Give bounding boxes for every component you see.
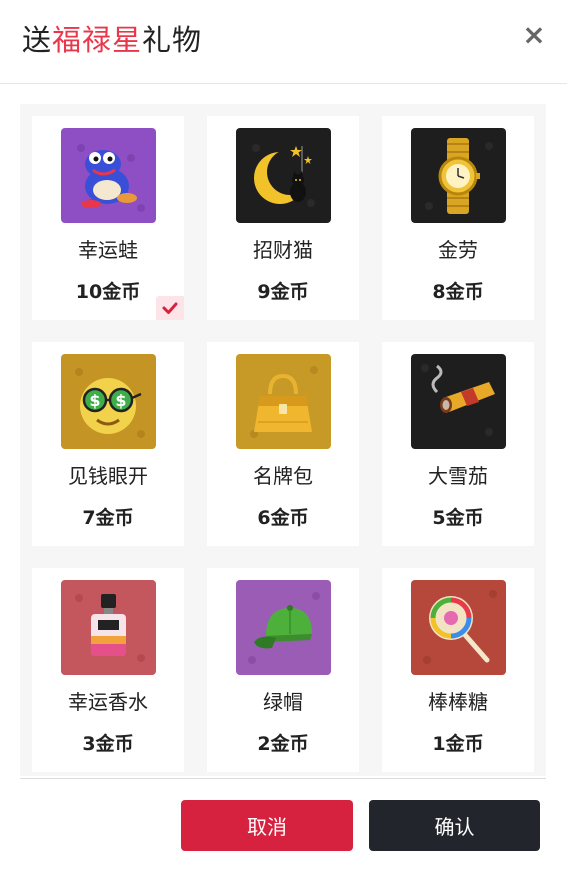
gift-name: 招财猫	[253, 238, 313, 262]
footer-divider	[20, 778, 546, 779]
close-icon[interactable]: ×	[519, 20, 549, 50]
gift-price: 5金币	[432, 507, 484, 529]
lollipop-icon	[411, 580, 506, 675]
gift-name: 名牌包	[253, 464, 313, 488]
gift-name: 金劳	[438, 238, 478, 262]
dialog-header: 送福禄星礼物 ×	[0, 0, 567, 84]
svg-text:$: $	[89, 391, 100, 410]
lucky-frog-icon	[61, 128, 156, 223]
dialog-title: 送福禄星礼物	[22, 20, 202, 60]
gift-card-lucky-cat[interactable]: 招财猫 9金币	[207, 116, 359, 320]
title-suffix: 礼物	[142, 23, 203, 57]
gift-price: 2金币	[257, 733, 309, 755]
gift-price: 6金币	[257, 507, 309, 529]
gift-name: 大雪茄	[428, 464, 488, 488]
green-cap-icon	[236, 580, 331, 675]
cancel-button[interactable]: 取消	[181, 800, 353, 851]
gift-price: 1金币	[432, 733, 484, 755]
gold-watch-icon	[411, 128, 506, 223]
gift-dialog: 送福禄星礼物 × 幸运蛙 10金币 招财猫 9金币 金劳 8金币 $ $ 见钱眼…	[0, 0, 567, 878]
svg-text:$: $	[115, 391, 126, 410]
dollar-glasses-face-icon: $ $	[61, 354, 156, 449]
gift-card-money-eyes[interactable]: $ $ 见钱眼开 7金币	[32, 342, 184, 546]
gift-price: 3金币	[82, 733, 134, 755]
cigar-icon	[411, 354, 506, 449]
gift-name: 幸运香水	[68, 690, 148, 714]
gift-grid: 幸运蛙 10金币 招财猫 9金币 金劳 8金币 $ $ 见钱眼开 7金币 名牌包…	[32, 116, 534, 772]
selected-check-icon	[156, 296, 184, 320]
gift-name: 绿帽	[263, 690, 303, 714]
gift-price: 8金币	[432, 281, 484, 303]
confirm-button[interactable]: 确认	[369, 800, 540, 851]
perfume-bottle-icon	[61, 580, 156, 675]
gift-card-green-hat[interactable]: 绿帽 2金币	[207, 568, 359, 772]
gift-grid-panel: 幸运蛙 10金币 招财猫 9金币 金劳 8金币 $ $ 见钱眼开 7金币 名牌包…	[20, 104, 546, 776]
gift-card-big-cigar[interactable]: 大雪茄 5金币	[382, 342, 534, 546]
gift-card-lucky-frog[interactable]: 幸运蛙 10金币	[32, 116, 184, 320]
gift-price: 7金币	[82, 507, 134, 529]
designer-handbag-icon	[236, 354, 331, 449]
gift-card-designer-bag[interactable]: 名牌包 6金币	[207, 342, 359, 546]
recipient-name: 福禄星	[52, 23, 143, 57]
crescent-moon-cat-icon	[236, 128, 331, 223]
gift-name: 幸运蛙	[78, 238, 138, 262]
gift-card-lollipop[interactable]: 棒棒糖 1金币	[382, 568, 534, 772]
gift-card-gold-watch[interactable]: 金劳 8金币	[382, 116, 534, 320]
gift-card-lucky-perfume[interactable]: 幸运香水 3金币	[32, 568, 184, 772]
gift-price: 9金币	[257, 281, 309, 303]
title-prefix: 送	[22, 23, 53, 57]
gift-name: 棒棒糖	[428, 690, 488, 714]
gift-name: 见钱眼开	[68, 464, 148, 488]
